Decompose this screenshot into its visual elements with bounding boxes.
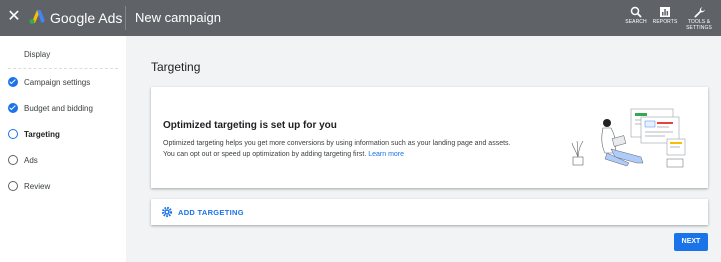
step-label: Campaign settings: [24, 77, 91, 87]
step-label: Budget and bidding: [24, 103, 93, 113]
card-body-line2: You can opt out or speed up optimization…: [163, 151, 367, 158]
add-targeting-label: ADD TARGETING: [178, 207, 244, 217]
page-title: New campaign: [135, 10, 221, 25]
tools-settings-button[interactable]: TOOLS & SETTINGS: [680, 4, 718, 34]
add-targeting-panel: ADD TARGETING: [151, 199, 708, 225]
learn-more-link[interactable]: Learn more: [368, 151, 404, 158]
step-label: Targeting: [24, 129, 60, 139]
next-button[interactable]: NEXT: [674, 233, 708, 251]
header-divider: [125, 6, 126, 30]
step-sidebar: Display Campaign settings Budget and bid…: [0, 36, 126, 262]
section-title: Targeting: [151, 60, 201, 74]
reports-icon: [660, 7, 670, 17]
empty-circle-icon: [8, 181, 18, 191]
brand-name: Google Ads: [50, 10, 123, 26]
tools-label-line2: SETTINGS: [686, 25, 712, 31]
step-review[interactable]: Review: [8, 180, 50, 192]
reports-button[interactable]: REPORTS: [647, 4, 683, 34]
step-campaign-settings[interactable]: Campaign settings: [8, 76, 90, 88]
check-circle-icon: [8, 77, 18, 87]
card-description: Optimized targeting helps you get more c…: [163, 138, 563, 160]
gear-icon: [161, 206, 173, 218]
current-step-circle-icon: [8, 129, 18, 139]
card-title: Optimized targeting is set up for you: [163, 120, 337, 131]
close-icon[interactable]: ✕: [6, 9, 22, 25]
person-with-laptop-illustration: [571, 108, 686, 168]
step-budget-bidding[interactable]: Budget and bidding: [8, 102, 93, 114]
reports-label: REPORTS: [652, 19, 678, 25]
google-ads-logo: [29, 10, 45, 24]
empty-circle-icon: [8, 155, 18, 165]
search-icon: [630, 6, 642, 18]
sidebar-divider: [8, 68, 118, 69]
add-targeting-button[interactable]: ADD TARGETING: [161, 206, 244, 218]
step-label: Ads: [24, 155, 38, 165]
wrench-icon: [694, 7, 705, 18]
step-label: Review: [24, 181, 51, 191]
top-app-bar: ✕ Google Ads New campaign SEARCH REPORTS…: [0, 0, 721, 36]
campaign-type-label: Display: [24, 50, 51, 59]
optimized-targeting-card: Optimized targeting is set up for you Op…: [151, 87, 708, 188]
check-circle-icon: [8, 103, 18, 113]
step-targeting[interactable]: Targeting: [8, 128, 60, 140]
card-body-line1: Optimized targeting helps you get more c…: [163, 140, 511, 147]
step-ads[interactable]: Ads: [8, 154, 38, 166]
